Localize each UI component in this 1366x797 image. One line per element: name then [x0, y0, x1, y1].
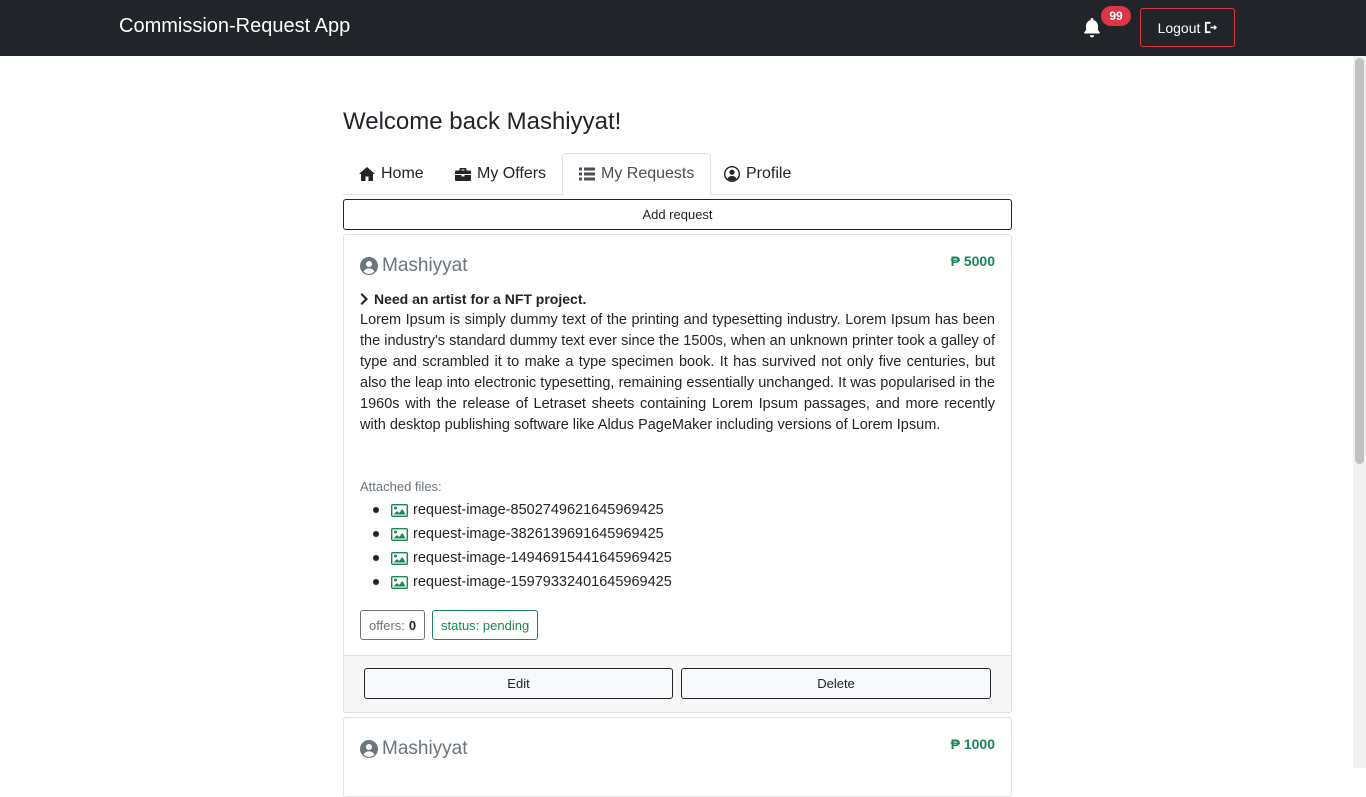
request-description: Lorem Ipsum is simply dummy text of the …: [360, 312, 995, 433]
file-item[interactable]: request-image-8502749621645969425: [360, 498, 672, 522]
tab-profile-label: Profile: [746, 165, 792, 182]
attached-files-list: request-image-8502749621645969425 reques…: [360, 498, 672, 594]
list-bullet: [373, 507, 379, 513]
status-badge: status: pending: [432, 610, 539, 640]
scrollbar-thumb[interactable]: [1355, 58, 1364, 464]
image-icon: [391, 527, 408, 541]
add-request-button[interactable]: Add request: [343, 199, 1012, 230]
image-icon: [391, 575, 408, 589]
list-icon: [579, 167, 595, 181]
file-name: request-image-8502749621645969425: [413, 502, 664, 518]
request-title: Need an artist for a NFT project.: [360, 291, 586, 307]
request-card: Mashiyyat ₱ 5000 Need an artist for a NF…: [343, 234, 1012, 713]
top-navbar: Commission-Request App 99 Logout: [0, 0, 1366, 56]
bell-icon[interactable]: [1083, 18, 1101, 38]
sign-out-icon: [1205, 21, 1218, 34]
image-icon: [391, 503, 408, 517]
request-author: Mashiyyat: [360, 738, 468, 760]
author-name: Mashiyyat: [382, 738, 468, 759]
image-icon: [391, 551, 408, 565]
notification-badge: 99: [1101, 6, 1131, 26]
request-card: Mashiyyat ₱ 1000: [343, 717, 1012, 797]
user-circle-icon: [360, 740, 378, 758]
file-item[interactable]: request-image-3826139691645969425: [360, 522, 672, 546]
edit-button[interactable]: Edit: [364, 668, 673, 699]
author-name: Mashiyyat: [382, 255, 468, 276]
file-item[interactable]: request-image-14946915441645969425: [360, 546, 672, 570]
tab-home[interactable]: Home: [343, 153, 440, 195]
briefcase-icon: [455, 168, 471, 181]
list-bullet: [373, 555, 379, 561]
home-icon: [359, 167, 375, 181]
file-item[interactable]: request-image-15979332401645969425: [360, 570, 672, 594]
tab-my-requests-label: My Requests: [601, 165, 695, 182]
tab-my-offers-label: My Offers: [477, 165, 547, 182]
user-circle-icon: [724, 166, 740, 182]
request-price: ₱ 1000: [950, 736, 995, 752]
user-circle-icon: [360, 257, 378, 275]
chevron-right-icon: [360, 293, 368, 305]
app-brand[interactable]: Commission-Request App: [119, 15, 350, 38]
request-title-text: Need an artist for a NFT project.: [374, 291, 587, 307]
list-bullet: [373, 579, 379, 585]
list-bullet: [373, 531, 379, 537]
request-author: Mashiyyat: [360, 255, 468, 277]
tab-my-requests[interactable]: My Requests: [562, 153, 712, 195]
tab-my-offers[interactable]: My Offers: [439, 153, 562, 195]
file-name: request-image-3826139691645969425: [413, 526, 664, 542]
file-name: request-image-14946915441645969425: [413, 550, 672, 566]
offers-label: offers:: [369, 617, 405, 633]
tab-profile[interactable]: Profile: [708, 153, 807, 195]
logout-button[interactable]: Logout: [1140, 8, 1235, 47]
request-price: ₱ 5000: [950, 253, 995, 269]
page-scrollbar[interactable]: [1353, 56, 1366, 768]
tab-bar: Home My Offers My Requests Profile: [343, 153, 1012, 195]
page-title: Welcome back Mashiyyat!: [343, 108, 622, 135]
card-footer: Edit Delete: [344, 655, 1011, 712]
attached-files-label: Attached files:: [360, 479, 442, 494]
logout-label: Logout: [1157, 19, 1201, 36]
offers-count-badge: offers: 0: [360, 610, 426, 640]
file-name: request-image-15979332401645969425: [413, 574, 672, 590]
delete-button[interactable]: Delete: [681, 668, 991, 699]
tab-home-label: Home: [381, 165, 424, 182]
offers-count: 0: [408, 617, 417, 633]
